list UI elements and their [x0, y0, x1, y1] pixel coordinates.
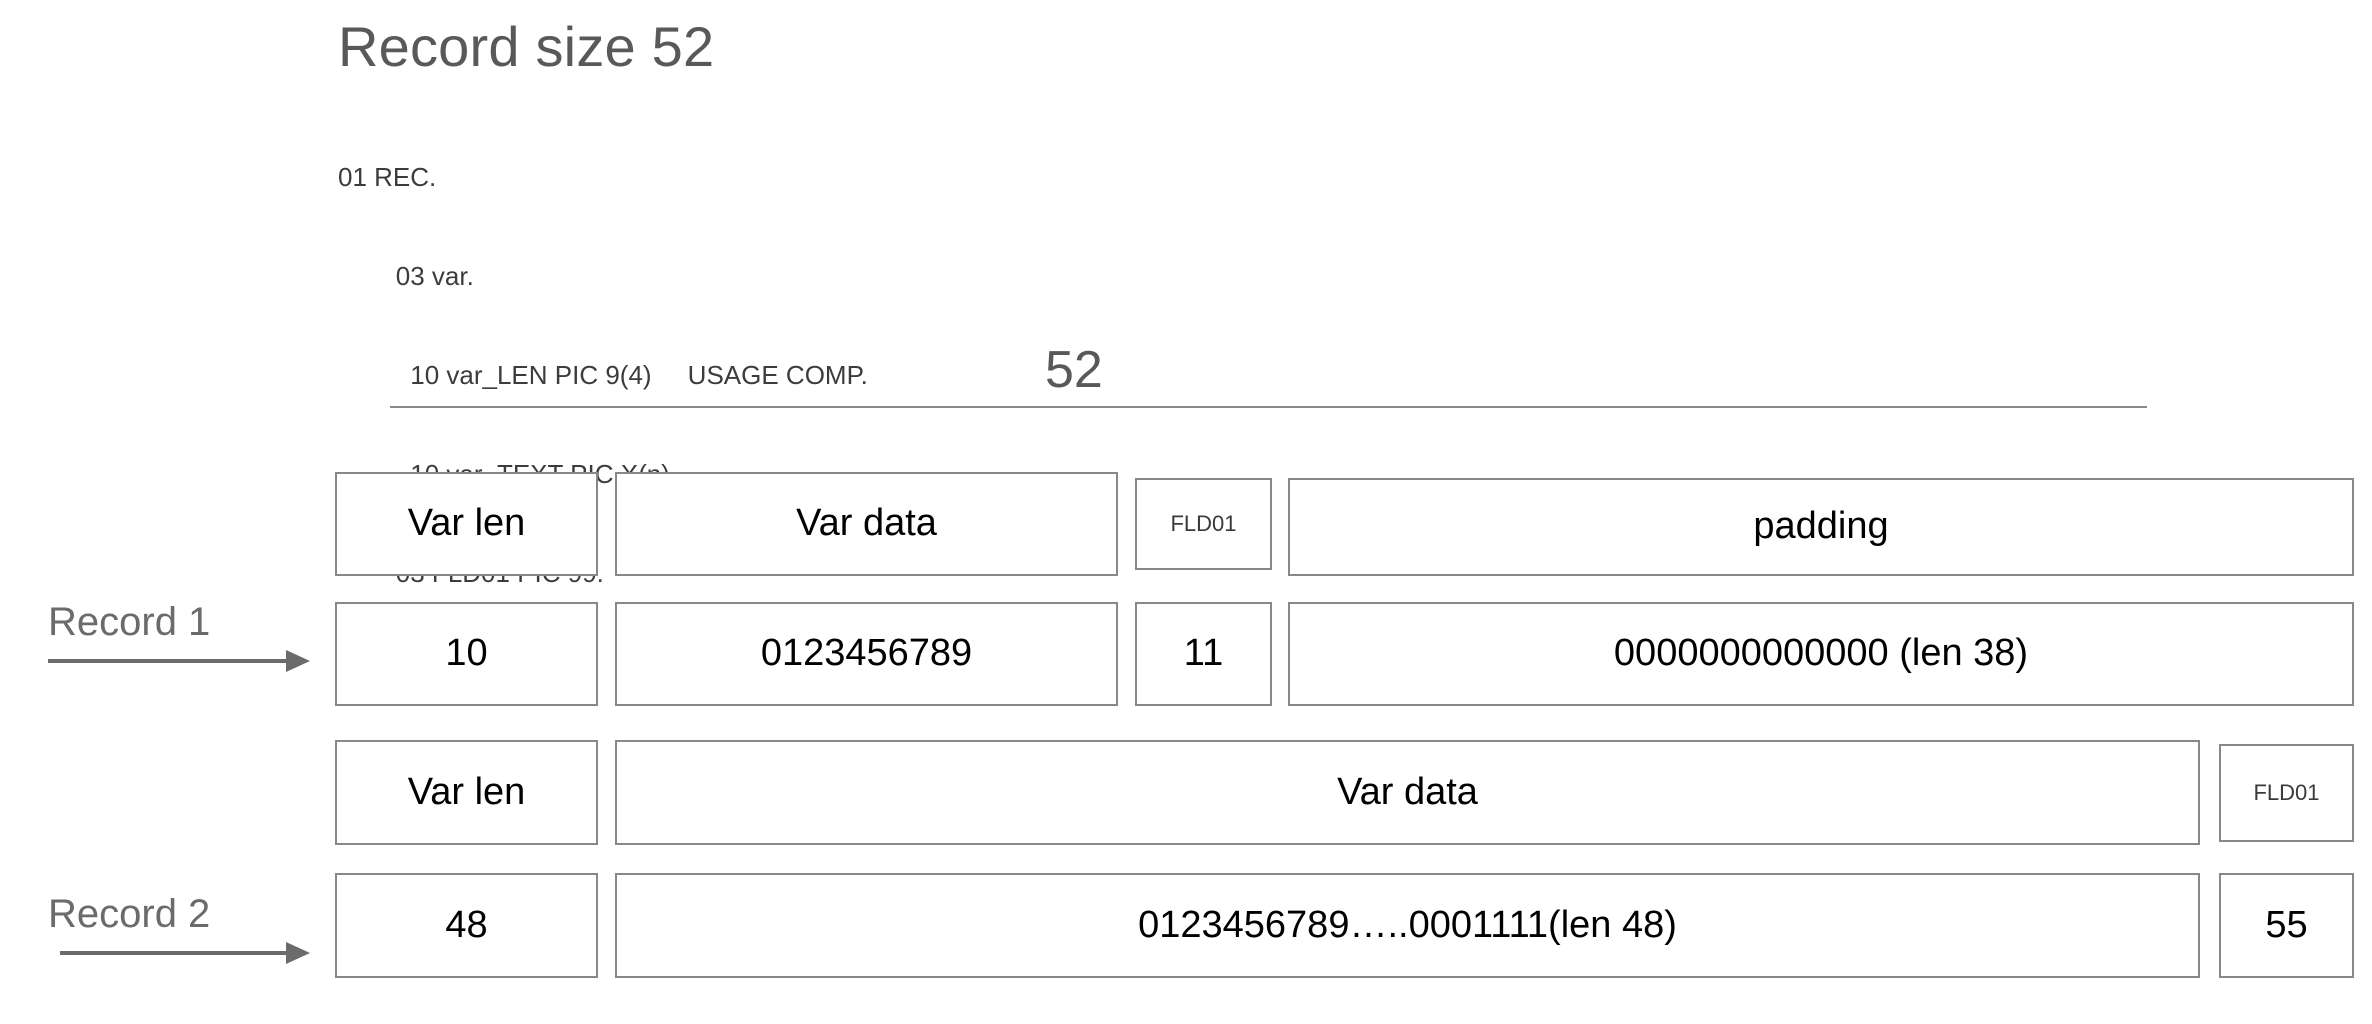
cell-text: padding [1753, 505, 1889, 548]
record-1-header-cell-var-data: Var data [615, 472, 1118, 576]
cell-text: FLD01 [2253, 779, 2320, 805]
cell-text: Var len [407, 502, 526, 545]
record-size-span-label: 52 [1045, 341, 1103, 399]
cell-text: 0000000000000 (len 38) [1613, 632, 2029, 675]
code-line-2: 03 var. [338, 261, 474, 291]
code-line-1: 01 REC. [338, 162, 437, 192]
record-1-value-cell-var-len: 10 [335, 602, 598, 706]
page-title: Record size 52 [338, 15, 715, 78]
record-2-header-cell-var-len: Var len [335, 740, 598, 845]
record-1-value-cell-var-data: 0123456789 [615, 602, 1118, 706]
record-1-label: Record 1 [48, 600, 211, 644]
cell-text: 11 [1183, 632, 1224, 675]
cell-text: FLD01 [1170, 510, 1237, 536]
cell-text: 55 [2265, 903, 2308, 946]
cell-text: 10 [445, 632, 488, 675]
code-line-3: 10 var_LEN PIC 9(4) USAGE COMP. [338, 360, 868, 390]
cell-text: 0123456789 [760, 632, 973, 675]
diagram-canvas: Record size 52 01 REC. 03 var. 10 var_LE… [0, 0, 2372, 1024]
record-1-header-cell-fld01: FLD01 [1135, 478, 1272, 570]
record-2-arrow-icon [60, 942, 310, 964]
record-1-header-cell-var-len: Var len [335, 472, 598, 576]
cell-text: Var data [1337, 770, 1478, 813]
record-1-arrow-icon [48, 650, 310, 672]
record-1-header-cell-padding: padding [1288, 478, 2354, 576]
record-2-value-cell-fld01: 55 [2219, 873, 2354, 978]
record-2-header-cell-var-data: Var data [615, 740, 2200, 845]
record-2-header-cell-fld01: FLD01 [2219, 744, 2354, 842]
cell-text: Var data [796, 502, 937, 545]
record-1-value-cell-padding: 0000000000000 (len 38) [1288, 602, 2354, 706]
record-size-span-rule [390, 406, 2147, 408]
record-2-label: Record 2 [48, 892, 211, 936]
cell-text: 48 [445, 903, 488, 946]
record-2-value-cell-var-data: 0123456789…..0001111(len 48) [615, 873, 2200, 978]
cell-text: Var len [407, 770, 526, 813]
record-1-value-cell-fld01: 11 [1135, 602, 1272, 706]
cell-text: 0123456789…..0001111(len 48) [1138, 903, 1677, 946]
record-2-value-cell-var-len: 48 [335, 873, 598, 978]
